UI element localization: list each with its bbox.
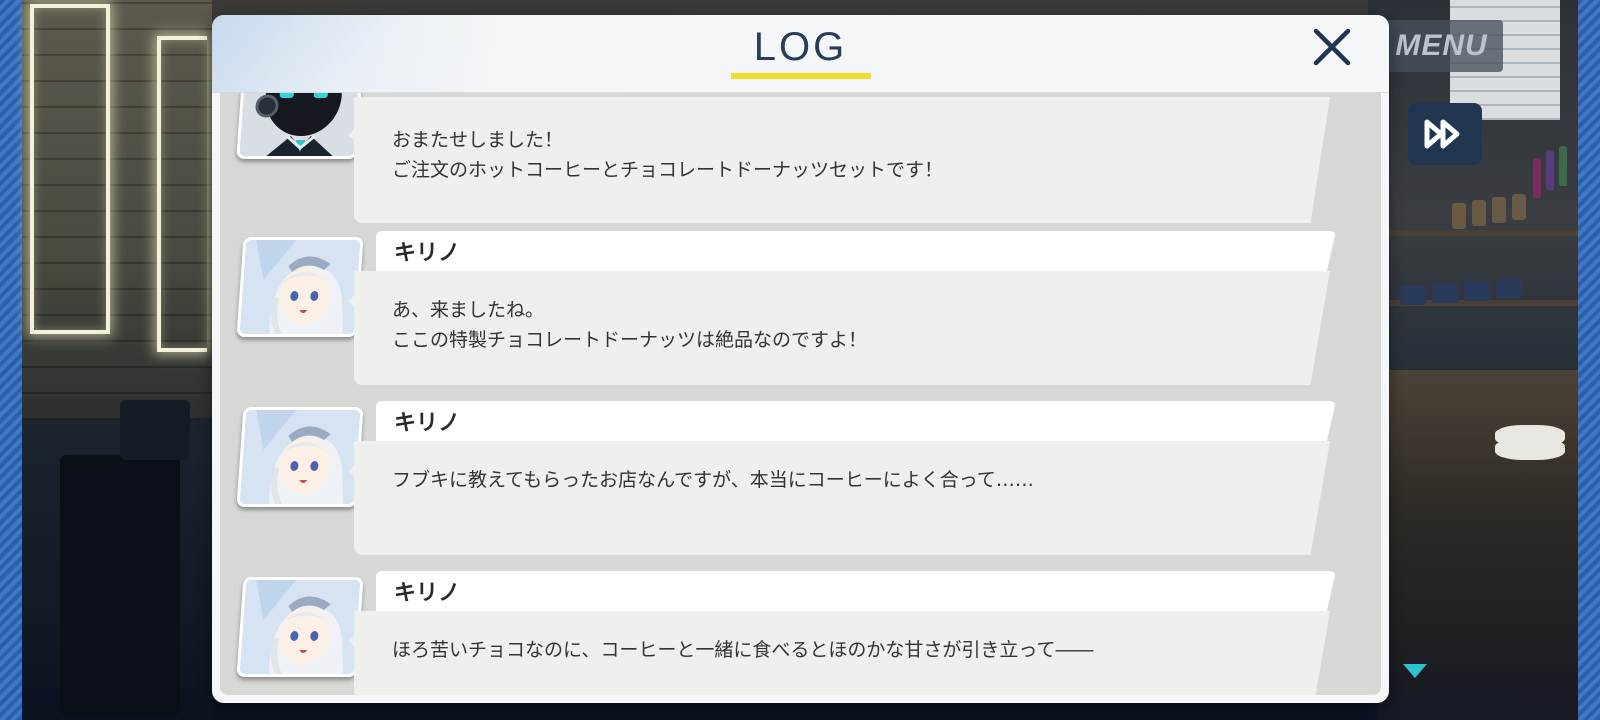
speaker-name-bar <box>376 571 1336 613</box>
speaker-name: キリノ <box>394 581 461 606</box>
message-tail <box>348 121 364 149</box>
jar <box>1512 194 1526 220</box>
log-header: LOG <box>212 15 1389 93</box>
chair <box>120 400 190 460</box>
speaker-name: キリノ <box>394 411 461 436</box>
canister <box>1496 279 1522 299</box>
title-underline <box>731 73 871 79</box>
right-border-stripe <box>1578 0 1600 720</box>
log-entry: キリノ フブキに教えてもらったお店なんですが、本当にコーヒーによく合って…… <box>220 401 1381 571</box>
kirino-avatar <box>236 407 364 507</box>
speaker-name-bar <box>376 401 1336 443</box>
fast-forward-icon <box>1424 119 1460 149</box>
log-entry: キリノ ほろ苦いチョコなのに、コーヒーと一緒に食べるとほのかな甘さが引き立って―… <box>220 571 1381 695</box>
message-tail <box>348 457 364 485</box>
speaker-name: キリノ <box>394 241 461 266</box>
log-panel: LOG おまたせしました！ ご注文のホットコーヒーとチョコレートドーナッツセット… <box>212 15 1389 703</box>
jar <box>1452 203 1466 229</box>
log-title: LOG <box>753 25 848 69</box>
message-box <box>354 441 1330 555</box>
log-entry: キリノ あ、来ましたね。 ここの特製チョコレートドーナッツは絶品なのですよ！ <box>220 231 1381 401</box>
bottle <box>1559 146 1567 186</box>
close-icon <box>1313 28 1351 66</box>
shelf <box>1378 230 1578 236</box>
kirino-avatar <box>236 237 364 337</box>
skip-button[interactable] <box>1408 103 1482 165</box>
jar <box>1492 197 1506 223</box>
log-list[interactable]: おまたせしました！ ご注文のホットコーヒーとチョコレートドーナッツセットです！ <box>220 93 1381 695</box>
chair <box>60 455 180 715</box>
message-text: おまたせしました！ ご注文のホットコーヒーとチョコレートドーナッツセットです！ <box>392 129 944 181</box>
close-button[interactable] <box>1310 25 1354 69</box>
robot-clerk-avatar <box>236 93 364 159</box>
message-tail <box>348 287 364 315</box>
canister <box>1400 285 1426 305</box>
bottle <box>1546 150 1554 190</box>
bottle <box>1533 158 1541 198</box>
scroll-down-arrow-icon[interactable] <box>1403 664 1427 678</box>
message-text: フブキに教えてもらったお店なんですが、本当にコーヒーによく合って…… <box>392 469 1034 491</box>
canister <box>1432 283 1458 303</box>
neon-light-frame <box>157 36 207 352</box>
plates <box>1495 438 1565 460</box>
speaker-name-bar <box>376 231 1336 273</box>
neon-light-frame <box>30 4 110 334</box>
kirino-avatar <box>236 577 364 677</box>
menu-button[interactable]: MENU <box>1380 20 1503 72</box>
log-entry: おまたせしました！ ご注文のホットコーヒーとチョコレートドーナッツセットです！ <box>220 93 1381 223</box>
jar <box>1472 200 1486 226</box>
message-text: あ、来ましたね。 ここの特製チョコレートドーナッツは絶品なのですよ！ <box>392 299 868 351</box>
left-border-stripe <box>0 0 22 720</box>
canister <box>1464 281 1490 301</box>
message-text: ほろ苦いチョコなのに、コーヒーと一緒に食べるとほのかな甘さが引き立って―― <box>392 639 1094 661</box>
message-tail <box>348 627 364 655</box>
